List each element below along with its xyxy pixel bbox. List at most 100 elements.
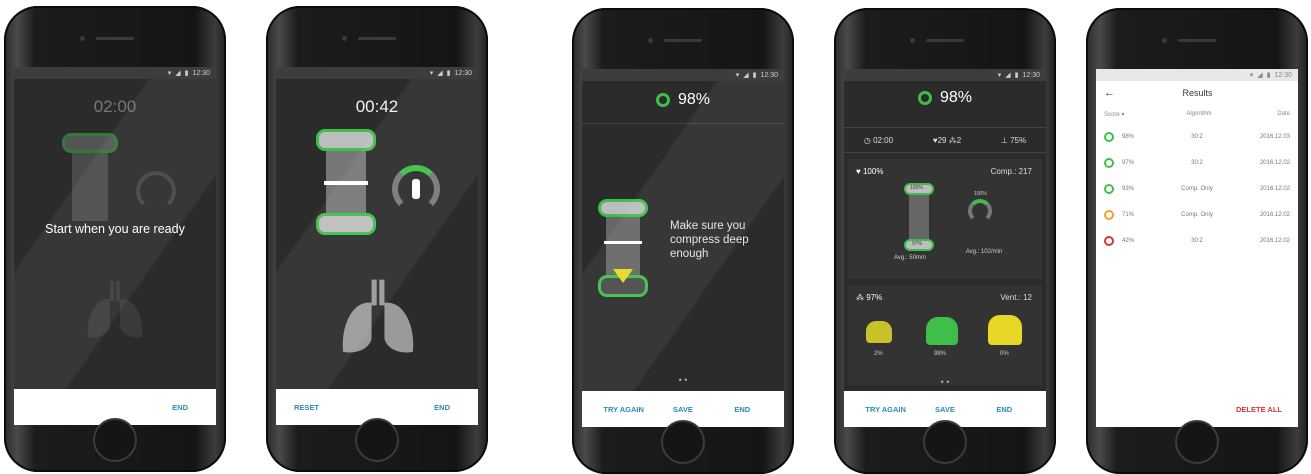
camera <box>648 38 653 43</box>
row-algorithm: Comp. Only <box>1181 186 1213 192</box>
score-header: 98% <box>844 89 1046 107</box>
compression-bottom-pill <box>316 213 376 235</box>
comp-label: Comp.: 217 <box>990 167 1032 176</box>
status-bar: ▾ ◢ ▮ 12:30 <box>582 69 784 81</box>
heart-count: 29 <box>937 135 947 145</box>
signal-icon: ◢ <box>175 70 181 77</box>
speaker <box>96 37 134 40</box>
rate-pct: 100% <box>974 191 987 197</box>
heart-icon: ♥29 ⁂2 <box>932 135 962 145</box>
reset-button[interactable]: RESET <box>288 403 319 412</box>
row-algorithm: 30:2 <box>1191 134 1203 140</box>
battery-icon: ▮ <box>1014 72 1019 79</box>
wifi-icon: ▾ <box>429 70 434 77</box>
lungs-pct: ⁂ 97% <box>856 293 883 302</box>
avg-depth: Avg.: 50mm <box>894 255 926 261</box>
screen-results: ▾ ◢ ▮ 12:30 ← Results Score ▾ Algorithm … <box>1096 69 1298 427</box>
screen-ready: ▾ ◢ ▮ 12:30 02:00 Start when you are rea… <box>14 67 216 425</box>
medal-icon <box>1104 132 1114 142</box>
row-date: 2016.12.02 <box>1259 212 1290 218</box>
end-button[interactable]: END <box>172 403 204 412</box>
home-button[interactable] <box>661 420 705 464</box>
row-date: 2016.12.02 <box>1259 186 1290 192</box>
try-again-button[interactable]: TRY AGAIN <box>856 405 915 414</box>
end-button[interactable]: END <box>434 403 466 412</box>
battery-icon: ▮ <box>1266 72 1271 79</box>
wifi-icon: ▾ <box>167 70 172 77</box>
row-algorithm: 30:2 <box>1191 160 1203 166</box>
delete-all-button[interactable]: DELETE ALL <box>1236 405 1286 414</box>
medal-icon <box>1104 210 1114 220</box>
depth-marker <box>604 241 642 244</box>
battery-icon: ▮ <box>752 72 757 79</box>
screen-summary: ▾ ◢ ▮ 12:30 98% ◷ 02:00 ♥29 ⁂2 ⊥ 75% ♥ 1… <box>844 69 1046 427</box>
status-bar: ▾ ◢ ▮ 12:30 <box>276 67 478 79</box>
phone-1: ▾ ◢ ▮ 12:30 02:00 Start when you are rea… <box>4 6 226 472</box>
end-button[interactable]: END <box>713 405 772 414</box>
signal-icon: ◢ <box>1257 72 1263 79</box>
clock-icon: ◷ 02:00 <box>863 135 894 145</box>
camera <box>80 36 85 41</box>
col-algorithm[interactable]: Algorithm <box>1164 111 1234 118</box>
session-timer: 00:42 <box>355 97 399 116</box>
signal-icon: ◢ <box>1005 72 1011 79</box>
row-date: 2016.12.02 <box>1259 160 1290 166</box>
home-button[interactable] <box>923 420 967 464</box>
lung-value-2: 98% <box>934 351 947 357</box>
row-date: 2016.12.03 <box>1259 134 1290 140</box>
compression-top-pill <box>62 133 118 153</box>
gauge-needle <box>412 179 420 199</box>
row-algorithm: Comp. Only <box>1181 212 1213 218</box>
results-row[interactable]: 97% 30:2 2016.12.02 <box>1096 150 1298 176</box>
col-date[interactable]: Date <box>1234 111 1290 118</box>
vent-label: Vent.: 12 <box>1000 293 1032 302</box>
home-button[interactable] <box>355 418 399 462</box>
camera <box>910 38 915 43</box>
results-row[interactable]: 71% Comp. Only 2016.12.02 <box>1096 202 1298 228</box>
end-button[interactable]: END <box>975 405 1034 414</box>
lung-icon-2 <box>926 317 958 345</box>
col-score[interactable]: Score ▾ <box>1104 111 1164 118</box>
save-button[interactable]: SAVE <box>915 405 974 414</box>
home-button[interactable] <box>93 418 137 462</box>
try-again-button[interactable]: TRY AGAIN <box>594 405 653 414</box>
row-algorithm: 30:2 <box>1191 238 1203 244</box>
lung-icon-3 <box>988 315 1022 345</box>
results-row[interactable]: 98% 30:2 2016.12.03 <box>1096 124 1298 150</box>
medal-icon <box>1104 184 1114 194</box>
status-time: 12:30 <box>192 69 210 77</box>
coaching-message: Make sure you compress deep enough <box>670 220 749 260</box>
divider <box>582 123 784 124</box>
results-header: ← Results <box>1096 81 1298 105</box>
medal-icon <box>1104 158 1114 168</box>
start-message: Start when you are ready <box>45 222 185 236</box>
battery-icon: ▮ <box>184 70 189 77</box>
results-row[interactable]: 93% Comp. Only 2016.12.02 <box>1096 176 1298 202</box>
speaker <box>358 37 396 40</box>
score-value: 98% <box>677 91 711 108</box>
status-time: 12:30 <box>454 69 472 77</box>
compression-top-pill <box>316 129 376 151</box>
compression-column <box>606 217 640 277</box>
lung-value-3: 0% <box>1000 351 1009 357</box>
status-time: 12:30 <box>1274 71 1292 79</box>
phone-3: ▾ ◢ ▮ 12:30 98% Make sure you compress d… <box>572 8 794 474</box>
depth-marker <box>324 181 368 185</box>
lungs-icon <box>87 281 143 338</box>
results-column-headers: Score ▾ Algorithm Date <box>1096 105 1298 124</box>
row-score: 98% <box>1122 134 1135 140</box>
row-date: 2016.12.02 <box>1259 238 1290 244</box>
compression-top-pill <box>598 199 648 217</box>
arrow-down-icon <box>613 269 633 283</box>
depth-column <box>909 195 929 241</box>
countdown-timer: 02:00 <box>93 97 137 116</box>
home-button[interactable] <box>1175 420 1219 464</box>
compression-column <box>72 153 108 221</box>
results-row[interactable]: 42% 30:2 2016.12.02 <box>1096 228 1298 254</box>
wifi-icon: ▾ <box>735 72 740 79</box>
signal-icon: ◢ <box>743 72 749 79</box>
save-button[interactable]: SAVE <box>653 405 712 414</box>
duration-value: 02:00 <box>873 135 894 145</box>
status-bar: ▾ ◢ ▮ 12:30 <box>14 67 216 79</box>
back-arrow-icon[interactable]: ← <box>1104 87 1115 99</box>
